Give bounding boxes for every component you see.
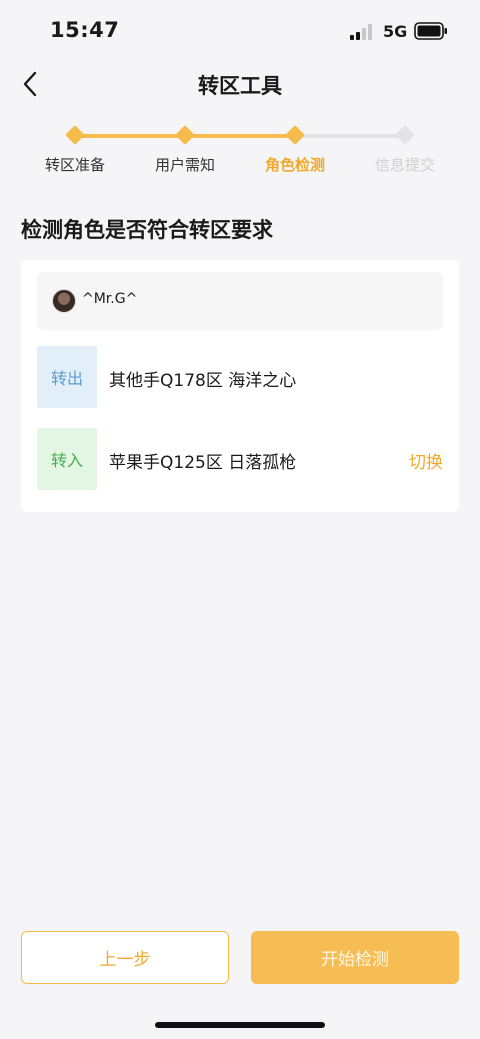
section-title: 检测角色是否符合转区要求 <box>21 218 273 242</box>
transfer-in-row: 转入 苹果手Q125区 日落孤枪 切换 <box>37 428 443 490</box>
previous-step-button[interactable]: 上一步 <box>21 931 229 984</box>
avatar <box>52 289 76 313</box>
transfer-out-tag: 转出 <box>37 346 97 408</box>
step-label-1: 转区准备 <box>44 156 105 174</box>
step-label-4: 信息提交 <box>374 156 435 174</box>
step-connector <box>295 134 405 138</box>
step-connector <box>75 134 185 138</box>
step-marker-2 <box>175 125 195 145</box>
transfer-in-tag: 转入 <box>37 428 97 490</box>
switch-server-link[interactable]: 切换 <box>409 448 443 473</box>
battery-icon <box>414 22 447 40</box>
step-marker-3 <box>285 125 305 145</box>
step-marker-4 <box>395 125 415 145</box>
network-label: 5G <box>383 22 408 41</box>
character-card: ^Mr.G^ 转出 其他手Q178区 海洋之心 转入 苹果手Q125区 日落孤枪… <box>21 260 459 512</box>
character-name: ^Mr.G^ <box>82 291 138 307</box>
transfer-in-server: 苹果手Q125区 日落孤枪 <box>109 453 297 473</box>
progress-stepper: 转区准备 用户需知 角色检测 信息提交 <box>0 118 480 178</box>
status-bar: 15:47 5G <box>0 0 480 62</box>
step-connector <box>185 134 295 138</box>
home-indicator[interactable] <box>155 1022 325 1028</box>
step-label-2: 用户需知 <box>154 156 215 174</box>
page-title: 转区工具 <box>198 74 282 98</box>
step-label-3: 角色检测 <box>264 156 325 174</box>
transfer-out-server: 其他手Q178区 海洋之心 <box>109 371 297 391</box>
step-marker-1 <box>65 125 85 145</box>
nav-bar: 转区工具 <box>0 62 480 106</box>
transfer-out-row: 转出 其他手Q178区 海洋之心 <box>37 346 443 408</box>
start-check-button[interactable]: 开始检测 <box>251 931 459 984</box>
status-time: 15:47 <box>50 18 120 42</box>
character-row: ^Mr.G^ <box>37 272 443 330</box>
signal-icon <box>350 24 372 40</box>
